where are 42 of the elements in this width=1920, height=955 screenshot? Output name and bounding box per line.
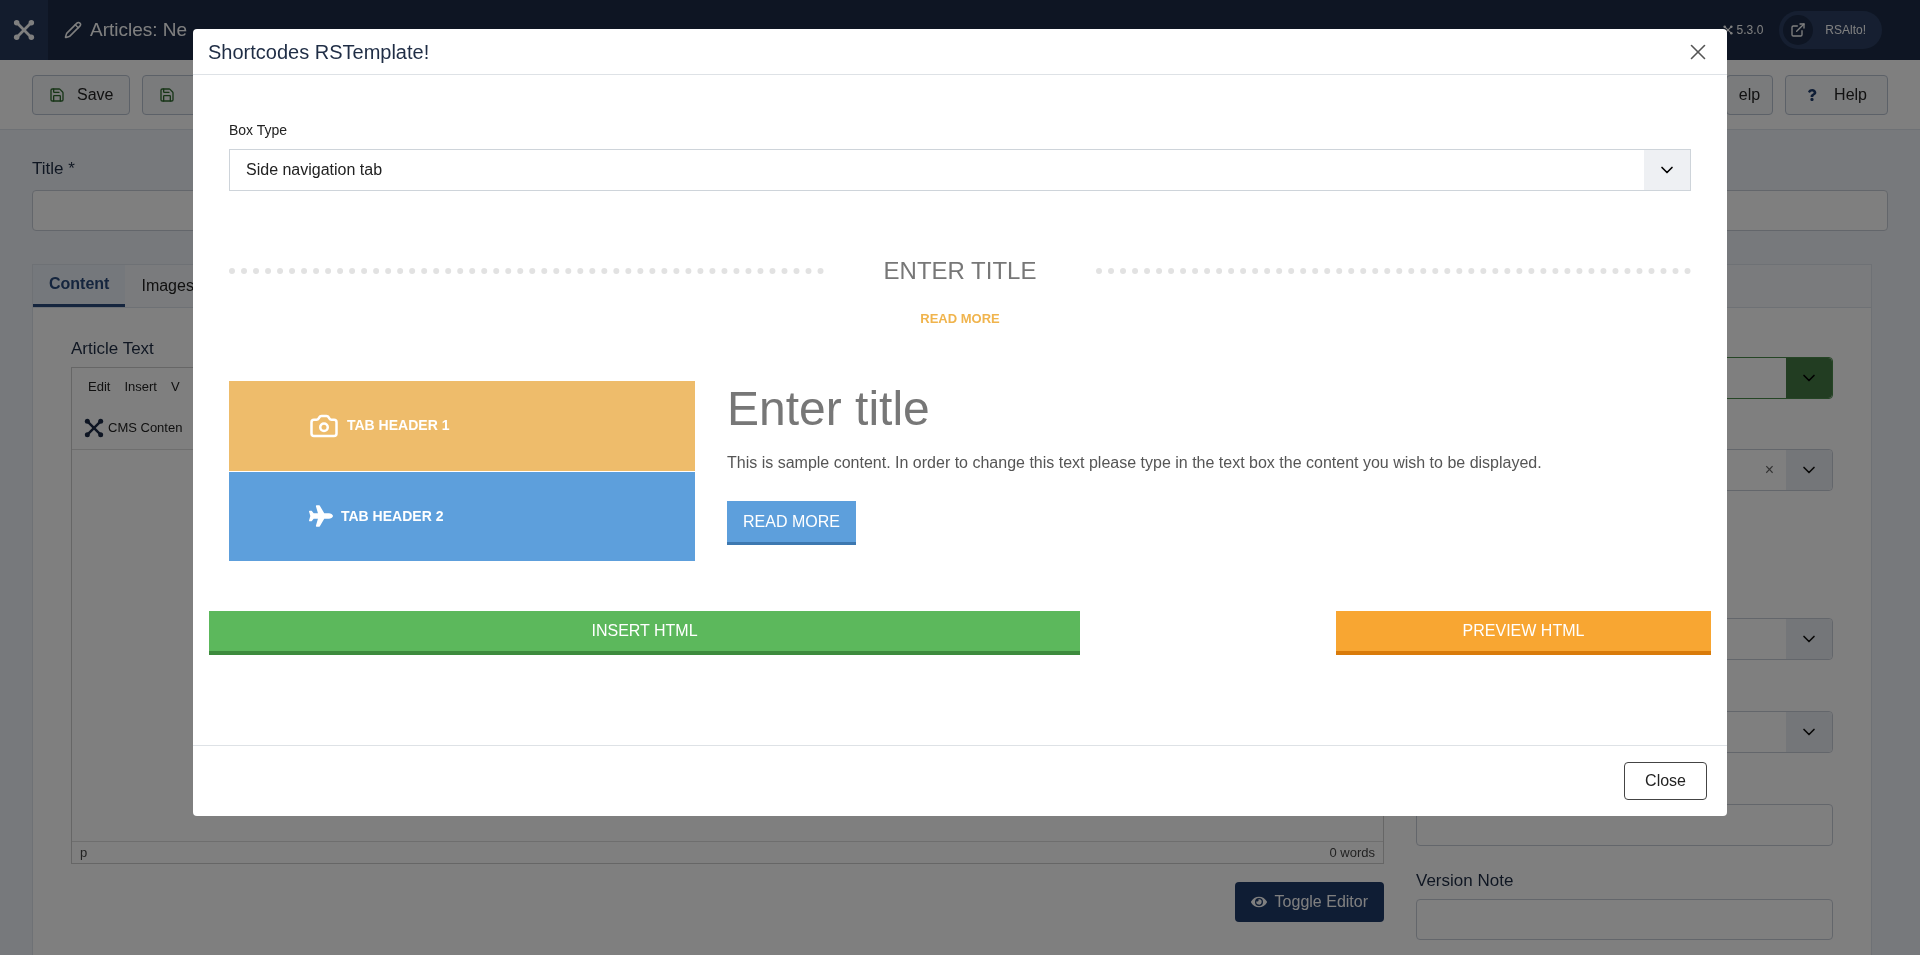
- read-more-button[interactable]: READ MORE: [727, 501, 856, 546]
- preview-heading: ENTER TITLE: [883, 256, 1037, 286]
- external-link-icon: [1783, 15, 1814, 45]
- version-note-field[interactable]: [1416, 899, 1833, 940]
- help-button[interactable]: Help: [1785, 74, 1888, 115]
- question-mark-icon: [1806, 88, 1819, 101]
- toolbar-button[interactable]: CMS Conten: [108, 417, 183, 438]
- menu-item[interactable]: V: [170, 377, 180, 397]
- joomla-icon: [84, 417, 104, 438]
- field-label: Version Note: [1416, 869, 1515, 892]
- content-title: Enter title: [727, 382, 931, 436]
- content-text: This is sample content. In order to change this text please type in the text box the content you wish to be displayed.: [727, 453, 1543, 474]
- logo-tile[interactable]: [0, 0, 48, 60]
- word-count: 0 words: [1329, 843, 1375, 862]
- dropdown-toggle[interactable]: [1786, 711, 1832, 752]
- dropdown-toggle[interactable]: [1786, 357, 1832, 398]
- help-button[interactable]: elp: [1725, 74, 1774, 115]
- page-title: Articles: Ne: [90, 17, 188, 42]
- airplane-icon: [309, 504, 333, 528]
- joomla-logo-icon: [13, 19, 35, 41]
- menu-item[interactable]: Edit: [88, 377, 111, 397]
- user-menu-button[interactable]: RSAlto!: [1779, 11, 1882, 49]
- dropdown-toggle[interactable]: [1644, 150, 1690, 190]
- dropdown-toggle[interactable]: [1786, 449, 1832, 490]
- modal-title: Shortcodes RSTemplate!: [208, 39, 430, 65]
- close-button[interactable]: Close: [1624, 762, 1707, 800]
- side-tab[interactable]: TAB HEADER 2: [229, 470, 695, 561]
- field-label: Box Type: [229, 121, 289, 140]
- pencil-icon: [64, 21, 82, 39]
- toggle-editor-button[interactable]: Toggle Editor: [1234, 882, 1384, 922]
- menu-item[interactable]: Insert: [124, 377, 157, 397]
- box-type-select[interactable]: Side navigation tab: [229, 149, 1691, 191]
- save-button[interactable]: Save: [32, 74, 131, 115]
- insert-html-button[interactable]: INSERT HTML: [209, 610, 1080, 655]
- eye-icon: [1250, 894, 1267, 910]
- dropdown-toggle[interactable]: [1786, 618, 1832, 659]
- element-path: p: [80, 843, 88, 862]
- field-label: Article Text: [71, 337, 155, 360]
- clear-button[interactable]: ×: [1764, 457, 1774, 482]
- version-label: 5.3.0: [1736, 22, 1764, 39]
- field-label: Title *: [32, 158, 75, 180]
- tab[interactable]: Content: [33, 264, 126, 307]
